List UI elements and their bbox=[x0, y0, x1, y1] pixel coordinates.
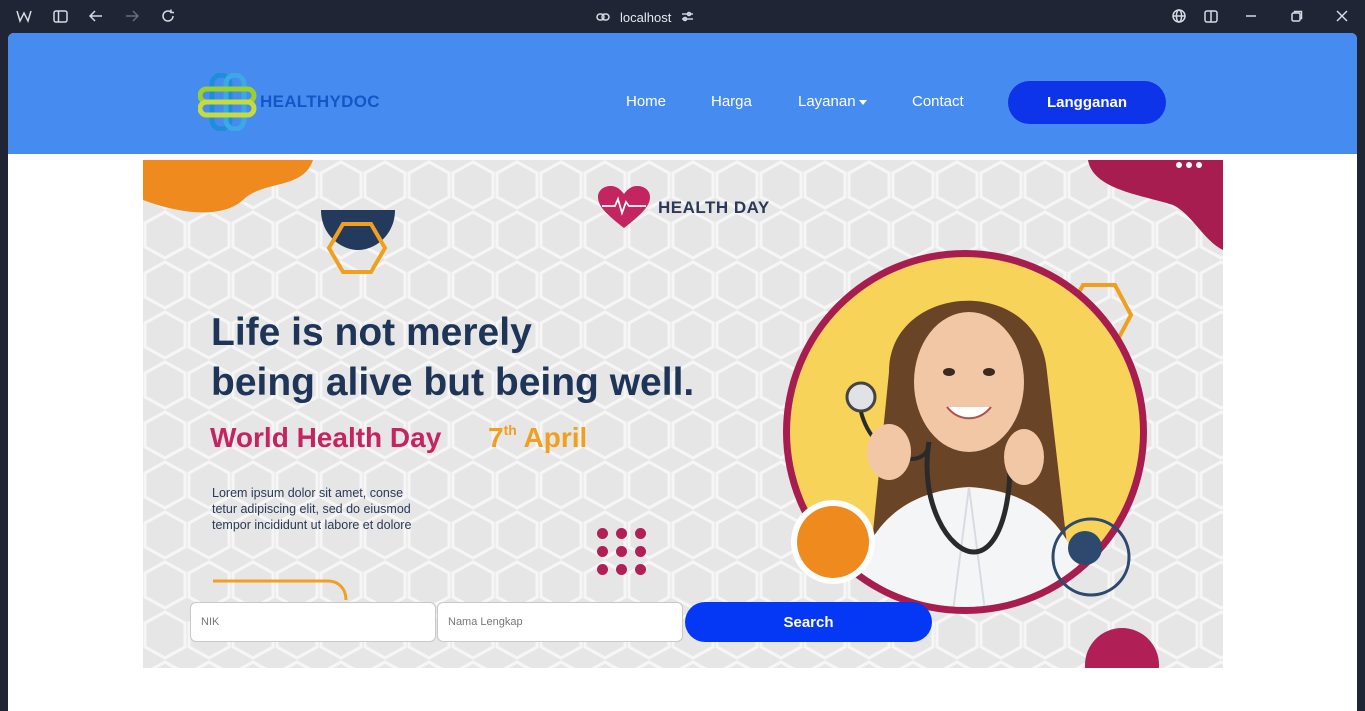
brand-mark-icon bbox=[198, 73, 257, 131]
banner-headline: Life is not merely being alive but being… bbox=[211, 308, 811, 408]
page-viewport: HEALTHYDOC Home Harga Layanan Contact La… bbox=[8, 33, 1357, 711]
search-form: Search bbox=[190, 602, 932, 642]
link-icon bbox=[596, 10, 610, 25]
back-arrow-icon[interactable] bbox=[88, 8, 104, 24]
decorative-dots bbox=[597, 528, 647, 575]
event-date: 7th April bbox=[488, 422, 587, 454]
hero-banner: HEALTH DAY Life is not merely being aliv… bbox=[143, 160, 1223, 668]
brand-name: HEALTHYDOC bbox=[260, 92, 380, 111]
headline-line-1: Life is not merely bbox=[211, 311, 532, 354]
nav-contact[interactable]: Contact bbox=[912, 93, 964, 110]
caret-down-icon bbox=[858, 99, 867, 105]
address-bar[interactable]: localhost bbox=[596, 8, 694, 26]
nav-layanan-label: Layanan bbox=[798, 93, 856, 110]
restore-icon[interactable] bbox=[1289, 8, 1305, 24]
event-date-month: April bbox=[523, 422, 588, 453]
browser-logo-icon[interactable] bbox=[16, 8, 32, 24]
forward-arrow-icon[interactable] bbox=[124, 8, 140, 24]
split-view-icon[interactable] bbox=[1203, 8, 1219, 24]
browser-toolbar: localhost bbox=[0, 0, 1365, 33]
heart-pulse-icon bbox=[598, 186, 650, 228]
brand-logo[interactable]: HEALTHYDOC bbox=[198, 73, 380, 131]
search-button[interactable]: Search bbox=[685, 602, 932, 642]
doctor-girl-photo bbox=[783, 250, 1147, 614]
url-text: localhost bbox=[620, 9, 672, 25]
navbar: HEALTHYDOC Home Harga Layanan Contact La… bbox=[8, 33, 1357, 154]
nik-input[interactable] bbox=[190, 602, 436, 642]
event-date-suffix: th bbox=[503, 422, 517, 438]
description-line-3: tempor incididunt ut labore et dolore bbox=[212, 518, 412, 532]
nav-layanan-dropdown[interactable]: Layanan bbox=[798, 93, 867, 110]
event-date-number: 7 bbox=[488, 422, 504, 453]
full-name-input[interactable] bbox=[437, 602, 683, 642]
sidebar-toggle-icon[interactable] bbox=[52, 8, 68, 24]
description-line-2: tetur adipiscing elit, sed do eiusmod bbox=[212, 502, 411, 516]
headline-line-2: being alive but being well. bbox=[211, 361, 695, 404]
event-name: World Health Day bbox=[210, 422, 442, 453]
reload-icon[interactable] bbox=[160, 8, 176, 24]
globe-icon[interactable] bbox=[1171, 8, 1187, 24]
health-day-label: HEALTH DAY bbox=[658, 198, 770, 217]
close-icon[interactable] bbox=[1334, 8, 1350, 24]
nav-harga[interactable]: Harga bbox=[711, 93, 752, 110]
minimize-icon[interactable] bbox=[1243, 8, 1259, 24]
description-line-1: Lorem ipsum dolor sit amet, conse bbox=[212, 486, 404, 500]
subscribe-button[interactable]: Langganan bbox=[1008, 81, 1166, 124]
health-day-logo: HEALTH DAY bbox=[598, 186, 770, 230]
nav-home[interactable]: Home bbox=[626, 93, 666, 110]
banner-description: Lorem ipsum dolor sit amet, conse tetur … bbox=[212, 485, 472, 533]
site-settings-icon[interactable] bbox=[681, 10, 694, 25]
